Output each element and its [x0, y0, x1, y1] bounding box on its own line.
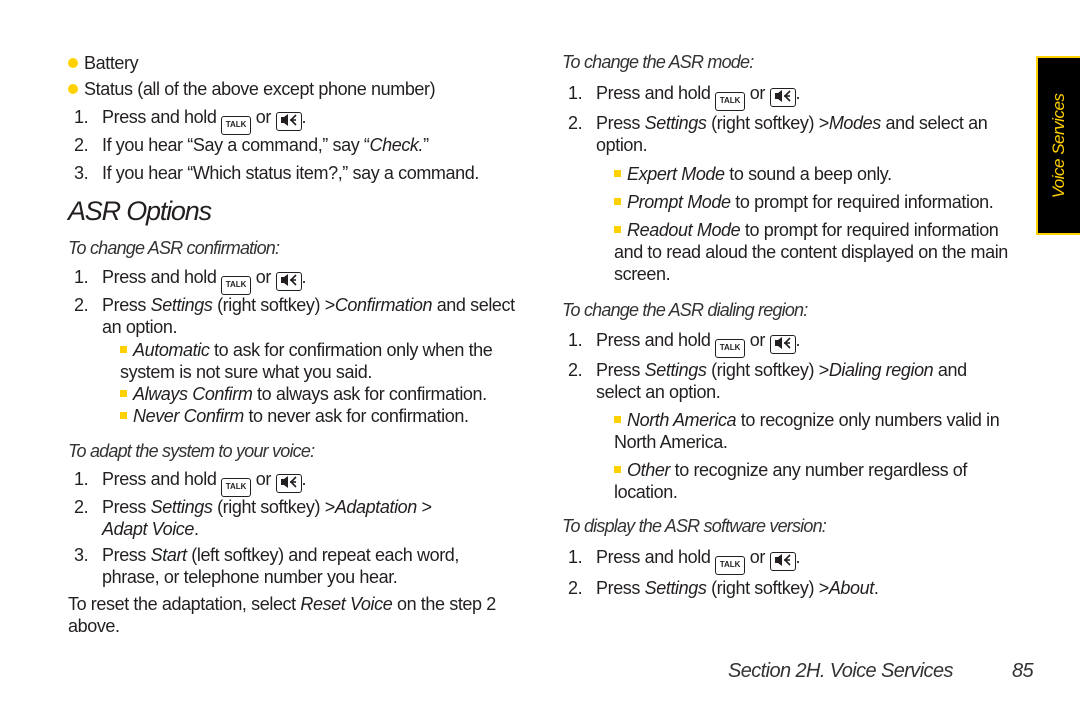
section-tab-label: Voice Services	[1049, 93, 1068, 198]
page-heading: ASR Options	[68, 196, 212, 226]
confirm-option-never: Never Confirm to never ask for confirmat…	[120, 405, 469, 427]
talk-key-icon: TALK	[221, 478, 252, 497]
yellow-square-bullet-icon	[120, 390, 127, 397]
talk-key-icon: TALK	[715, 92, 746, 111]
speaker-key-icon	[769, 552, 796, 571]
mode-option-prompt: Prompt Mode to prompt for required infor…	[614, 191, 994, 213]
region-option-other: Other to recognize any number regardless…	[614, 460, 968, 502]
speaker-key-icon	[769, 88, 796, 107]
mode-option-expert: Expert Mode to sound a beep only.	[614, 163, 892, 185]
yellow-square-bullet-icon	[120, 412, 127, 419]
yellow-square-bullet-icon	[120, 346, 127, 353]
page-number: 85	[1012, 660, 1034, 682]
yellow-square-bullet-icon	[614, 416, 621, 423]
talk-key-icon: TALK	[221, 116, 252, 135]
talk-key-icon: TALK	[715, 339, 746, 358]
confirm-step-2: 2. Press Settings (right softkey) >Confi…	[74, 295, 515, 337]
yellow-square-bullet-icon	[614, 170, 621, 177]
subhead-version: To display the ASR software version:	[562, 516, 827, 536]
confirm-option-automatic: Automatic to ask for confirmation only w…	[120, 340, 493, 382]
subhead-mode: To change the ASR mode:	[562, 52, 754, 72]
talk-key-icon: TALK	[715, 556, 746, 575]
bullet-battery: Battery	[68, 52, 139, 74]
speaker-key-icon	[275, 272, 302, 291]
yellow-bullet-icon	[68, 84, 78, 94]
subhead-adapt: To adapt the system to your voice:	[68, 441, 315, 461]
mode-option-readout: Readout Mode to prompt for required info…	[614, 220, 1008, 284]
speaker-key-icon	[275, 474, 302, 493]
mode-step-2: 2. Press Settings (right softkey) >Modes…	[568, 113, 988, 155]
speaker-key-icon	[275, 112, 302, 131]
region-option-north-america: North America to recognize only numbers …	[614, 410, 1000, 452]
yellow-square-bullet-icon	[614, 198, 621, 205]
yellow-bullet-icon	[68, 58, 78, 68]
speaker-key-icon	[769, 335, 796, 354]
yellow-square-bullet-icon	[614, 226, 621, 233]
yellow-square-bullet-icon	[614, 466, 621, 473]
region-step-2: 2. Press Settings (right softkey) >Diali…	[568, 360, 967, 402]
subhead-confirmation: To change ASR confirmation:	[68, 238, 280, 258]
footer-section-title: Section 2H. Voice Services	[728, 660, 953, 682]
adapt-reset-note: To reset the adaptation, select Reset Vo…	[68, 594, 496, 636]
adapt-step-2: 2. Press Settings (right softkey) >Adapt…	[74, 497, 432, 539]
section-tab: Voice Services	[1036, 56, 1080, 235]
subhead-region: To change the ASR dialing region:	[562, 300, 808, 320]
confirm-option-always: Always Confirm to always ask for confirm…	[120, 383, 487, 405]
bullet-status: Status (all of the above except phone nu…	[68, 78, 436, 100]
adapt-step-3: 3. Press Start (left softkey) and repeat…	[74, 545, 459, 587]
talk-key-icon: TALK	[221, 276, 252, 295]
